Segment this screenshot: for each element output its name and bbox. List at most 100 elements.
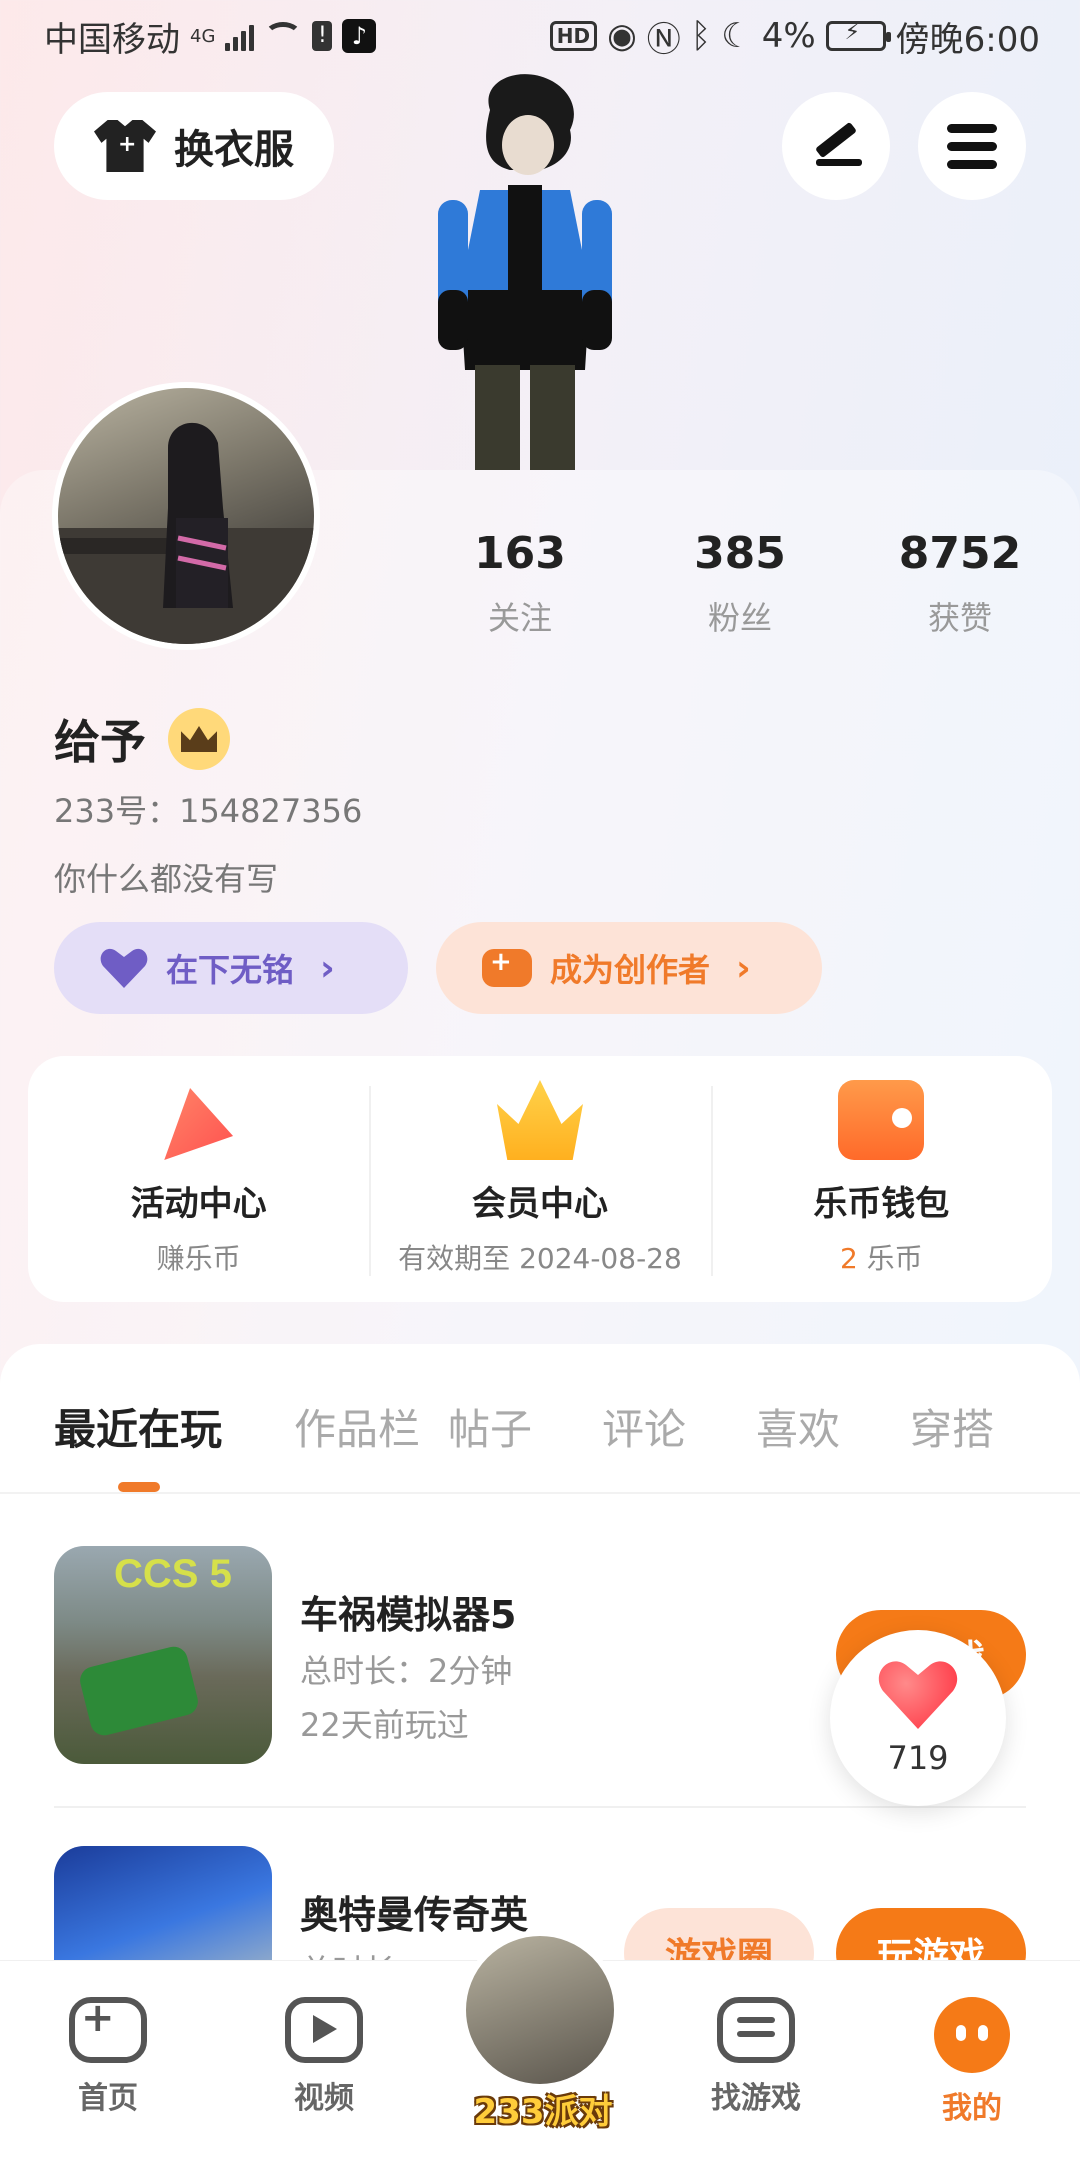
list-icon bbox=[717, 1997, 795, 2063]
tiktok-icon: ♪ bbox=[342, 19, 377, 53]
status-right: HD ◉ Ⓝ ᛒ ☾ 4% 傍晚6:00 bbox=[549, 12, 1040, 61]
nav-video-label: 视频 bbox=[294, 2081, 354, 2116]
nav-find-game[interactable]: 找游戏 bbox=[648, 1961, 864, 2160]
bluetooth-icon: ᛒ bbox=[690, 16, 712, 56]
member-center-sub: 有效期至 2024-08-28 bbox=[398, 1242, 682, 1275]
like-floating-button[interactable]: 719 bbox=[830, 1630, 1006, 1806]
tab-bar: 最近在玩 作品栏 帖子 评论 喜欢 穿搭 bbox=[54, 1396, 1080, 1457]
tab-divider bbox=[0, 1492, 1080, 1494]
moon-icon: ☾ bbox=[721, 16, 752, 56]
tab-comments[interactable]: 评论 bbox=[602, 1396, 756, 1457]
party-label[interactable]: 233派对 bbox=[458, 2084, 628, 2133]
stat-following-value: 163 bbox=[474, 528, 566, 579]
me-icon bbox=[934, 1997, 1010, 2073]
profile-name-row: 给予 bbox=[54, 706, 230, 772]
change-outfit-button[interactable]: 换衣服 bbox=[54, 92, 334, 200]
battery-percent: 4% bbox=[761, 16, 816, 56]
party-icon bbox=[164, 1088, 234, 1160]
become-creator-button[interactable]: 成为创作者 › bbox=[436, 922, 822, 1014]
party-avatar-button[interactable] bbox=[460, 1930, 620, 2090]
stat-likes[interactable]: 8752 获赞 bbox=[850, 528, 1070, 639]
tab-likes[interactable]: 喜欢 bbox=[756, 1396, 910, 1457]
profile-avatar[interactable] bbox=[52, 382, 320, 650]
guild-label: 在下无铭 bbox=[166, 951, 295, 989]
clock: 傍晚6:00 bbox=[895, 19, 1040, 60]
guild-button[interactable]: 在下无铭 › bbox=[54, 922, 408, 1014]
stat-following-label: 关注 bbox=[487, 599, 552, 637]
crown-icon bbox=[496, 1080, 583, 1160]
tab-recent[interactable]: 最近在玩 bbox=[54, 1396, 294, 1457]
shortcuts-card: 活动中心 赚乐币 会员中心 有效期至 2024-08-28 乐币钱包 2 乐币 bbox=[28, 1056, 1052, 1302]
tab-posts[interactable]: 帖子 bbox=[448, 1396, 602, 1457]
like-count: 719 bbox=[887, 1739, 949, 1777]
menu-icon bbox=[947, 123, 997, 169]
nav-video[interactable]: 视频 bbox=[216, 1961, 432, 2160]
activity-center-title: 活动中心 bbox=[130, 1184, 267, 1224]
activity-center[interactable]: 活动中心 赚乐币 bbox=[28, 1056, 369, 1302]
profile-name: 给予 bbox=[54, 715, 146, 769]
eye-icon: ◉ bbox=[607, 16, 637, 56]
gamepad-icon bbox=[482, 947, 532, 987]
stat-fans-value: 385 bbox=[694, 528, 786, 579]
status-left: 中国移动 4G ! ♪ bbox=[44, 12, 377, 61]
nfc-icon: Ⓝ bbox=[646, 19, 681, 60]
coin-wallet[interactable]: 乐币钱包 2 乐币 bbox=[710, 1056, 1052, 1302]
battery-icon bbox=[825, 20, 891, 51]
avatar-photo bbox=[58, 422, 314, 644]
game-duration: 总时长：2分钟 bbox=[300, 1652, 513, 1690]
nav-home[interactable]: 首页 bbox=[0, 1961, 216, 2160]
edit-underline bbox=[816, 159, 862, 166]
nav-home-label: 首页 bbox=[78, 2081, 138, 2116]
thumbnail-text: CCS 5 bbox=[114, 1552, 232, 1596]
alert-icon: ! bbox=[312, 21, 333, 51]
edit-icon bbox=[814, 121, 858, 159]
stat-likes-value: 8752 bbox=[898, 528, 1022, 579]
coin-wallet-title: 乐币钱包 bbox=[813, 1184, 950, 1224]
heart-icon bbox=[100, 948, 148, 988]
carrier-label: 中国移动 bbox=[44, 19, 180, 60]
shirt-icon bbox=[94, 120, 156, 172]
stat-likes-label: 获赞 bbox=[927, 599, 992, 637]
signal-icon bbox=[225, 21, 255, 51]
stat-following[interactable]: 163 关注 bbox=[410, 528, 630, 639]
game-last-played: 22天前玩过 bbox=[300, 1706, 469, 1744]
chevron-right-icon: › bbox=[736, 947, 751, 989]
nav-find-game-label: 找游戏 bbox=[711, 2081, 801, 2116]
coin-balance: 2 bbox=[839, 1242, 858, 1275]
avatar-character[interactable] bbox=[420, 70, 630, 470]
list-divider bbox=[54, 1806, 1026, 1808]
coin-unit: 乐币 bbox=[866, 1242, 923, 1275]
activity-center-sub: 赚乐币 bbox=[156, 1242, 241, 1275]
stat-fans[interactable]: 385 粉丝 bbox=[630, 528, 850, 639]
nav-me[interactable]: 我的 bbox=[864, 1961, 1080, 2160]
member-center[interactable]: 会员中心 有效期至 2024-08-28 bbox=[369, 1056, 710, 1302]
tab-outfits[interactable]: 穿搭 bbox=[910, 1396, 1064, 1457]
tab-works[interactable]: 作品栏 bbox=[294, 1396, 448, 1457]
car-graphic bbox=[77, 1643, 201, 1739]
edit-profile-button[interactable] bbox=[782, 92, 890, 200]
status-bar: 中国移动 4G ! ♪ HD ◉ Ⓝ ᛒ ☾ 4% 傍晚6:00 bbox=[0, 0, 1080, 72]
chevron-right-icon: › bbox=[320, 947, 335, 989]
game-title: 奥特曼传奇英 bbox=[300, 1893, 529, 1937]
user-id[interactable]: 233号：154827356 bbox=[54, 786, 362, 832]
stat-fans-label: 粉丝 bbox=[707, 599, 772, 637]
hd-icon: HD bbox=[549, 21, 598, 51]
video-icon bbox=[285, 1997, 363, 2063]
tab-indicator bbox=[118, 1482, 160, 1492]
coin-wallet-sub: 2 乐币 bbox=[840, 1237, 923, 1277]
heart-icon bbox=[878, 1659, 958, 1729]
change-outfit-label: 换衣服 bbox=[174, 127, 294, 173]
member-center-title: 会员中心 bbox=[471, 1184, 608, 1224]
network-label: 4G bbox=[190, 25, 216, 47]
game-thumbnail[interactable]: CCS 5 bbox=[54, 1546, 272, 1764]
become-creator-label: 成为创作者 bbox=[550, 951, 711, 989]
vip-crown-icon[interactable] bbox=[168, 708, 230, 770]
stats-row: 163 关注 385 粉丝 8752 获赞 bbox=[410, 528, 1070, 639]
profile-bio[interactable]: 你什么都没有写 bbox=[54, 854, 278, 900]
menu-button[interactable] bbox=[918, 92, 1026, 200]
wifi-icon bbox=[264, 22, 303, 50]
wallet-icon bbox=[838, 1080, 925, 1160]
gamepad-icon bbox=[69, 1995, 147, 2063]
nav-me-label: 我的 bbox=[942, 2091, 1002, 2126]
game-title: 车祸模拟器5 bbox=[300, 1593, 517, 1637]
